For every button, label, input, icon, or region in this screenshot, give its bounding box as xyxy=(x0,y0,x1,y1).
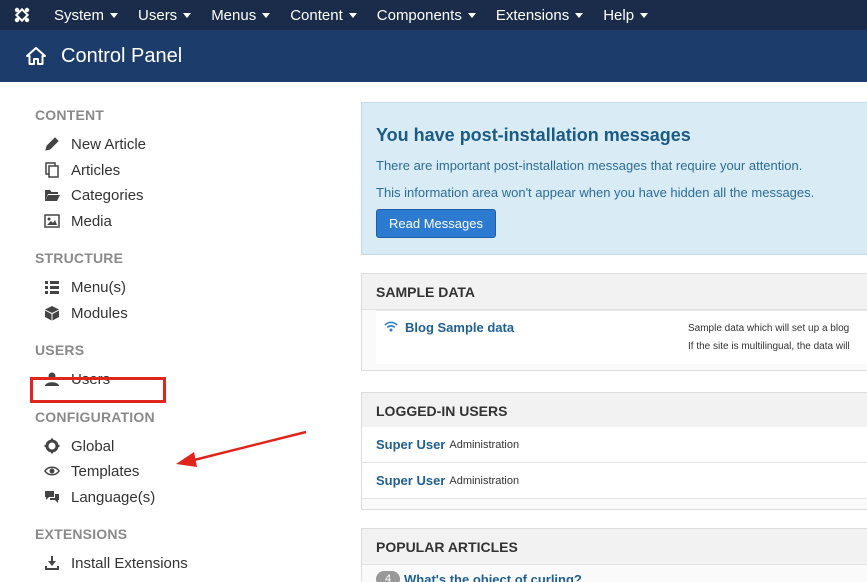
menu-menus[interactable]: Menus xyxy=(201,0,280,30)
panel-title: LOGGED-IN USERS xyxy=(362,393,867,429)
sidebar-item-menus[interactable]: Menu(s) xyxy=(43,276,126,298)
sidebar-item-install-extensions[interactable]: Install Extensions xyxy=(43,552,188,574)
sidebar-item-label: Language(s) xyxy=(71,488,156,506)
wifi-icon xyxy=(384,321,398,332)
image-icon xyxy=(43,212,61,230)
caret-down-icon xyxy=(183,12,192,18)
section-title-content: CONTENT xyxy=(35,107,105,123)
list-icon xyxy=(43,278,61,296)
sidebar-item-label: Templates xyxy=(71,462,140,480)
copy-icon xyxy=(43,161,61,179)
caret-down-icon xyxy=(262,12,271,18)
section-title-structure: STRUCTURE xyxy=(35,250,124,266)
page-header: Control Panel xyxy=(0,30,867,82)
annotation-arrow xyxy=(176,430,307,467)
caret-down-icon xyxy=(640,12,649,18)
menu-label: Extensions xyxy=(495,6,570,24)
sidebar-item-label: Media xyxy=(71,212,112,230)
alert-title: You have post-installation messages xyxy=(376,125,691,145)
cube-icon xyxy=(43,304,61,322)
popular-articles-panel: POPULAR ARTICLES 4 What's the object of … xyxy=(361,528,867,582)
sample-data-item: Blog Sample data Sample data which will … xyxy=(376,310,867,364)
hits-badge: 4 xyxy=(376,571,400,582)
page-title: Control Panel xyxy=(61,44,183,67)
sidebar-item-templates[interactable]: Templates xyxy=(43,460,139,482)
user-link[interactable]: Super User xyxy=(376,437,445,452)
user-role: Administration xyxy=(449,474,520,487)
menu-label: System xyxy=(54,6,105,24)
sidebar-item-label: New Article xyxy=(71,135,147,153)
caret-down-icon xyxy=(110,12,119,18)
section-title-extensions: EXTENSIONS xyxy=(35,526,128,542)
alert-text: This information area won't appear when … xyxy=(376,185,815,200)
top-navbar: System Users Menus Content Components Ex… xyxy=(0,0,867,30)
caret-down-icon xyxy=(467,12,476,18)
highlight-box xyxy=(30,377,166,403)
main-menu: System Users Menus Content Components Ex… xyxy=(44,0,658,30)
menu-label: Users xyxy=(138,6,178,24)
sidebar-item-new-article[interactable]: New Article xyxy=(43,133,146,155)
sidebar-item-languages[interactable]: Language(s) xyxy=(43,486,155,508)
menu-content[interactable]: Content xyxy=(280,0,367,30)
sidebar-item-articles[interactable]: Articles xyxy=(43,159,120,181)
sample-data-panel: SAMPLE DATA Blog Sample data Sample data… xyxy=(361,273,867,371)
menu-users[interactable]: Users xyxy=(128,0,201,30)
eye-icon xyxy=(43,462,61,480)
read-messages-button[interactable]: Read Messages xyxy=(376,209,496,238)
sidebar-item-label: Global xyxy=(71,437,115,455)
sample-data-description: Sample data which will set up a blog xyxy=(688,323,850,334)
menu-label: Content xyxy=(290,6,343,24)
user-link[interactable]: Super User xyxy=(376,473,445,488)
cog-icon xyxy=(43,437,61,455)
sidebar-item-label: Articles xyxy=(71,161,121,179)
section-title-configuration: CONFIGURATION xyxy=(35,409,155,425)
menu-components[interactable]: Components xyxy=(367,0,486,30)
menu-label: Help xyxy=(603,6,635,24)
menu-extensions[interactable]: Extensions xyxy=(486,0,593,30)
joomla-icon[interactable] xyxy=(0,0,44,30)
caret-down-icon xyxy=(348,12,357,18)
download-icon xyxy=(43,554,61,572)
folder-open-icon xyxy=(43,186,61,204)
home-icon xyxy=(26,47,46,65)
blog-sample-data-link[interactable]: Blog Sample data xyxy=(405,320,514,335)
panel-title: SAMPLE DATA xyxy=(362,274,867,310)
sidebar-item-media[interactable]: Media xyxy=(43,210,112,232)
alert-text: There are important post-installation me… xyxy=(376,158,803,173)
section-title-users: USERS xyxy=(35,342,85,358)
menu-help[interactable]: Help xyxy=(593,0,658,30)
panel-title: POPULAR ARTICLES xyxy=(362,529,867,565)
list-item: Super User Administration xyxy=(362,463,867,499)
sidebar-item-label: Categories xyxy=(71,186,144,204)
article-link[interactable]: What's the object of curling? xyxy=(404,572,582,582)
logged-in-users-panel: LOGGED-IN USERS Super User Administratio… xyxy=(361,392,867,510)
menu-label: Components xyxy=(376,6,462,24)
sidebar-item-label: Modules xyxy=(71,304,128,322)
user-role: Administration xyxy=(449,438,520,451)
sidebar-item-label: Menu(s) xyxy=(71,278,127,296)
caret-down-icon xyxy=(575,12,584,18)
sidebar-item-modules[interactable]: Modules xyxy=(43,302,128,324)
sample-data-description: If the site is multilingual, the data wi… xyxy=(688,341,850,352)
list-item: 4 What's the object of curling? xyxy=(376,571,582,582)
comments-icon xyxy=(43,488,61,506)
sidebar: CONTENT New Article Articles Categories … xyxy=(0,82,340,582)
sidebar-item-global[interactable]: Global xyxy=(43,435,114,457)
sidebar-item-categories[interactable]: Categories xyxy=(43,184,144,206)
pencil-icon xyxy=(43,135,61,153)
post-install-alert: You have post-installation messages Ther… xyxy=(361,102,867,255)
menu-label: Menus xyxy=(211,6,257,24)
list-item: Super User Administration xyxy=(362,427,867,463)
menu-system[interactable]: System xyxy=(44,0,128,30)
sidebar-item-label: Install Extensions xyxy=(71,554,188,572)
